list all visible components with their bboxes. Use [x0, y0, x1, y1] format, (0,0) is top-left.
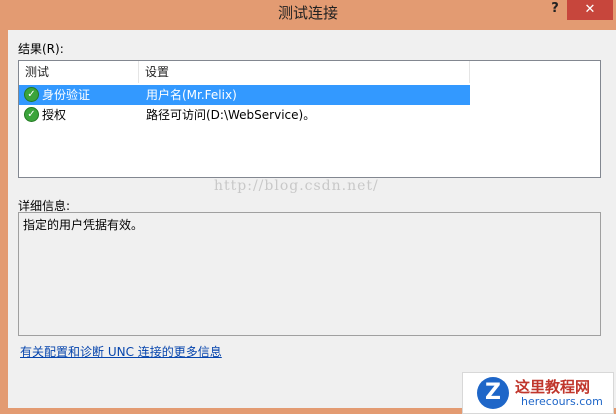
logo-title: 这里教程网 [515, 378, 591, 396]
row-test-cell: 身份验证 [42, 88, 91, 102]
details-text: 指定的用户凭据有效。 [23, 218, 144, 232]
row-setting-cell: 路径可访问(D:\WebService)。 [146, 108, 316, 122]
check-icon: ✓ [24, 107, 39, 122]
results-listview[interactable]: 测试 设置 ✓ 身份验证 用户名(Mr.Felix) ✓ 授权 路径可访问(D:… [18, 60, 601, 178]
close-button[interactable]: ✕ [567, 0, 613, 20]
title-bar[interactable]: 测试连接 ? ✕ [0, 0, 616, 28]
column-header-setting[interactable]: 设置 [139, 61, 470, 83]
help-button[interactable]: ? [545, 0, 565, 20]
row-setting-cell: 用户名(Mr.Felix) [146, 88, 237, 102]
logo-url: herecours.com [521, 395, 603, 408]
table-row[interactable]: ✓ 授权 路径可访问(D:\WebService)。 [19, 105, 470, 125]
watermark-text: http://blog.csdn.net/ [214, 178, 379, 194]
logo-icon: Z [477, 377, 509, 409]
details-textbox[interactable]: 指定的用户凭据有效。 [18, 212, 601, 336]
table-row[interactable]: ✓ 身份验证 用户名(Mr.Felix) [19, 85, 470, 105]
column-header-test[interactable]: 测试 [19, 61, 139, 83]
check-icon: ✓ [24, 87, 39, 102]
listview-header: 测试 设置 [19, 61, 600, 83]
dialog-body: 结果(R): 测试 设置 ✓ 身份验证 用户名(Mr.Felix) ✓ 授权 路… [8, 30, 616, 408]
site-logo: Z 这里教程网 herecours.com [462, 372, 614, 414]
more-info-link[interactable]: 有关配置和诊断 UNC 连接的更多信息 [20, 343, 222, 360]
row-test-cell: 授权 [42, 108, 67, 122]
results-label: 结果(R): [18, 42, 64, 56]
window-title: 测试连接 [277, 4, 338, 22]
close-icon: ✕ [584, 2, 596, 17]
